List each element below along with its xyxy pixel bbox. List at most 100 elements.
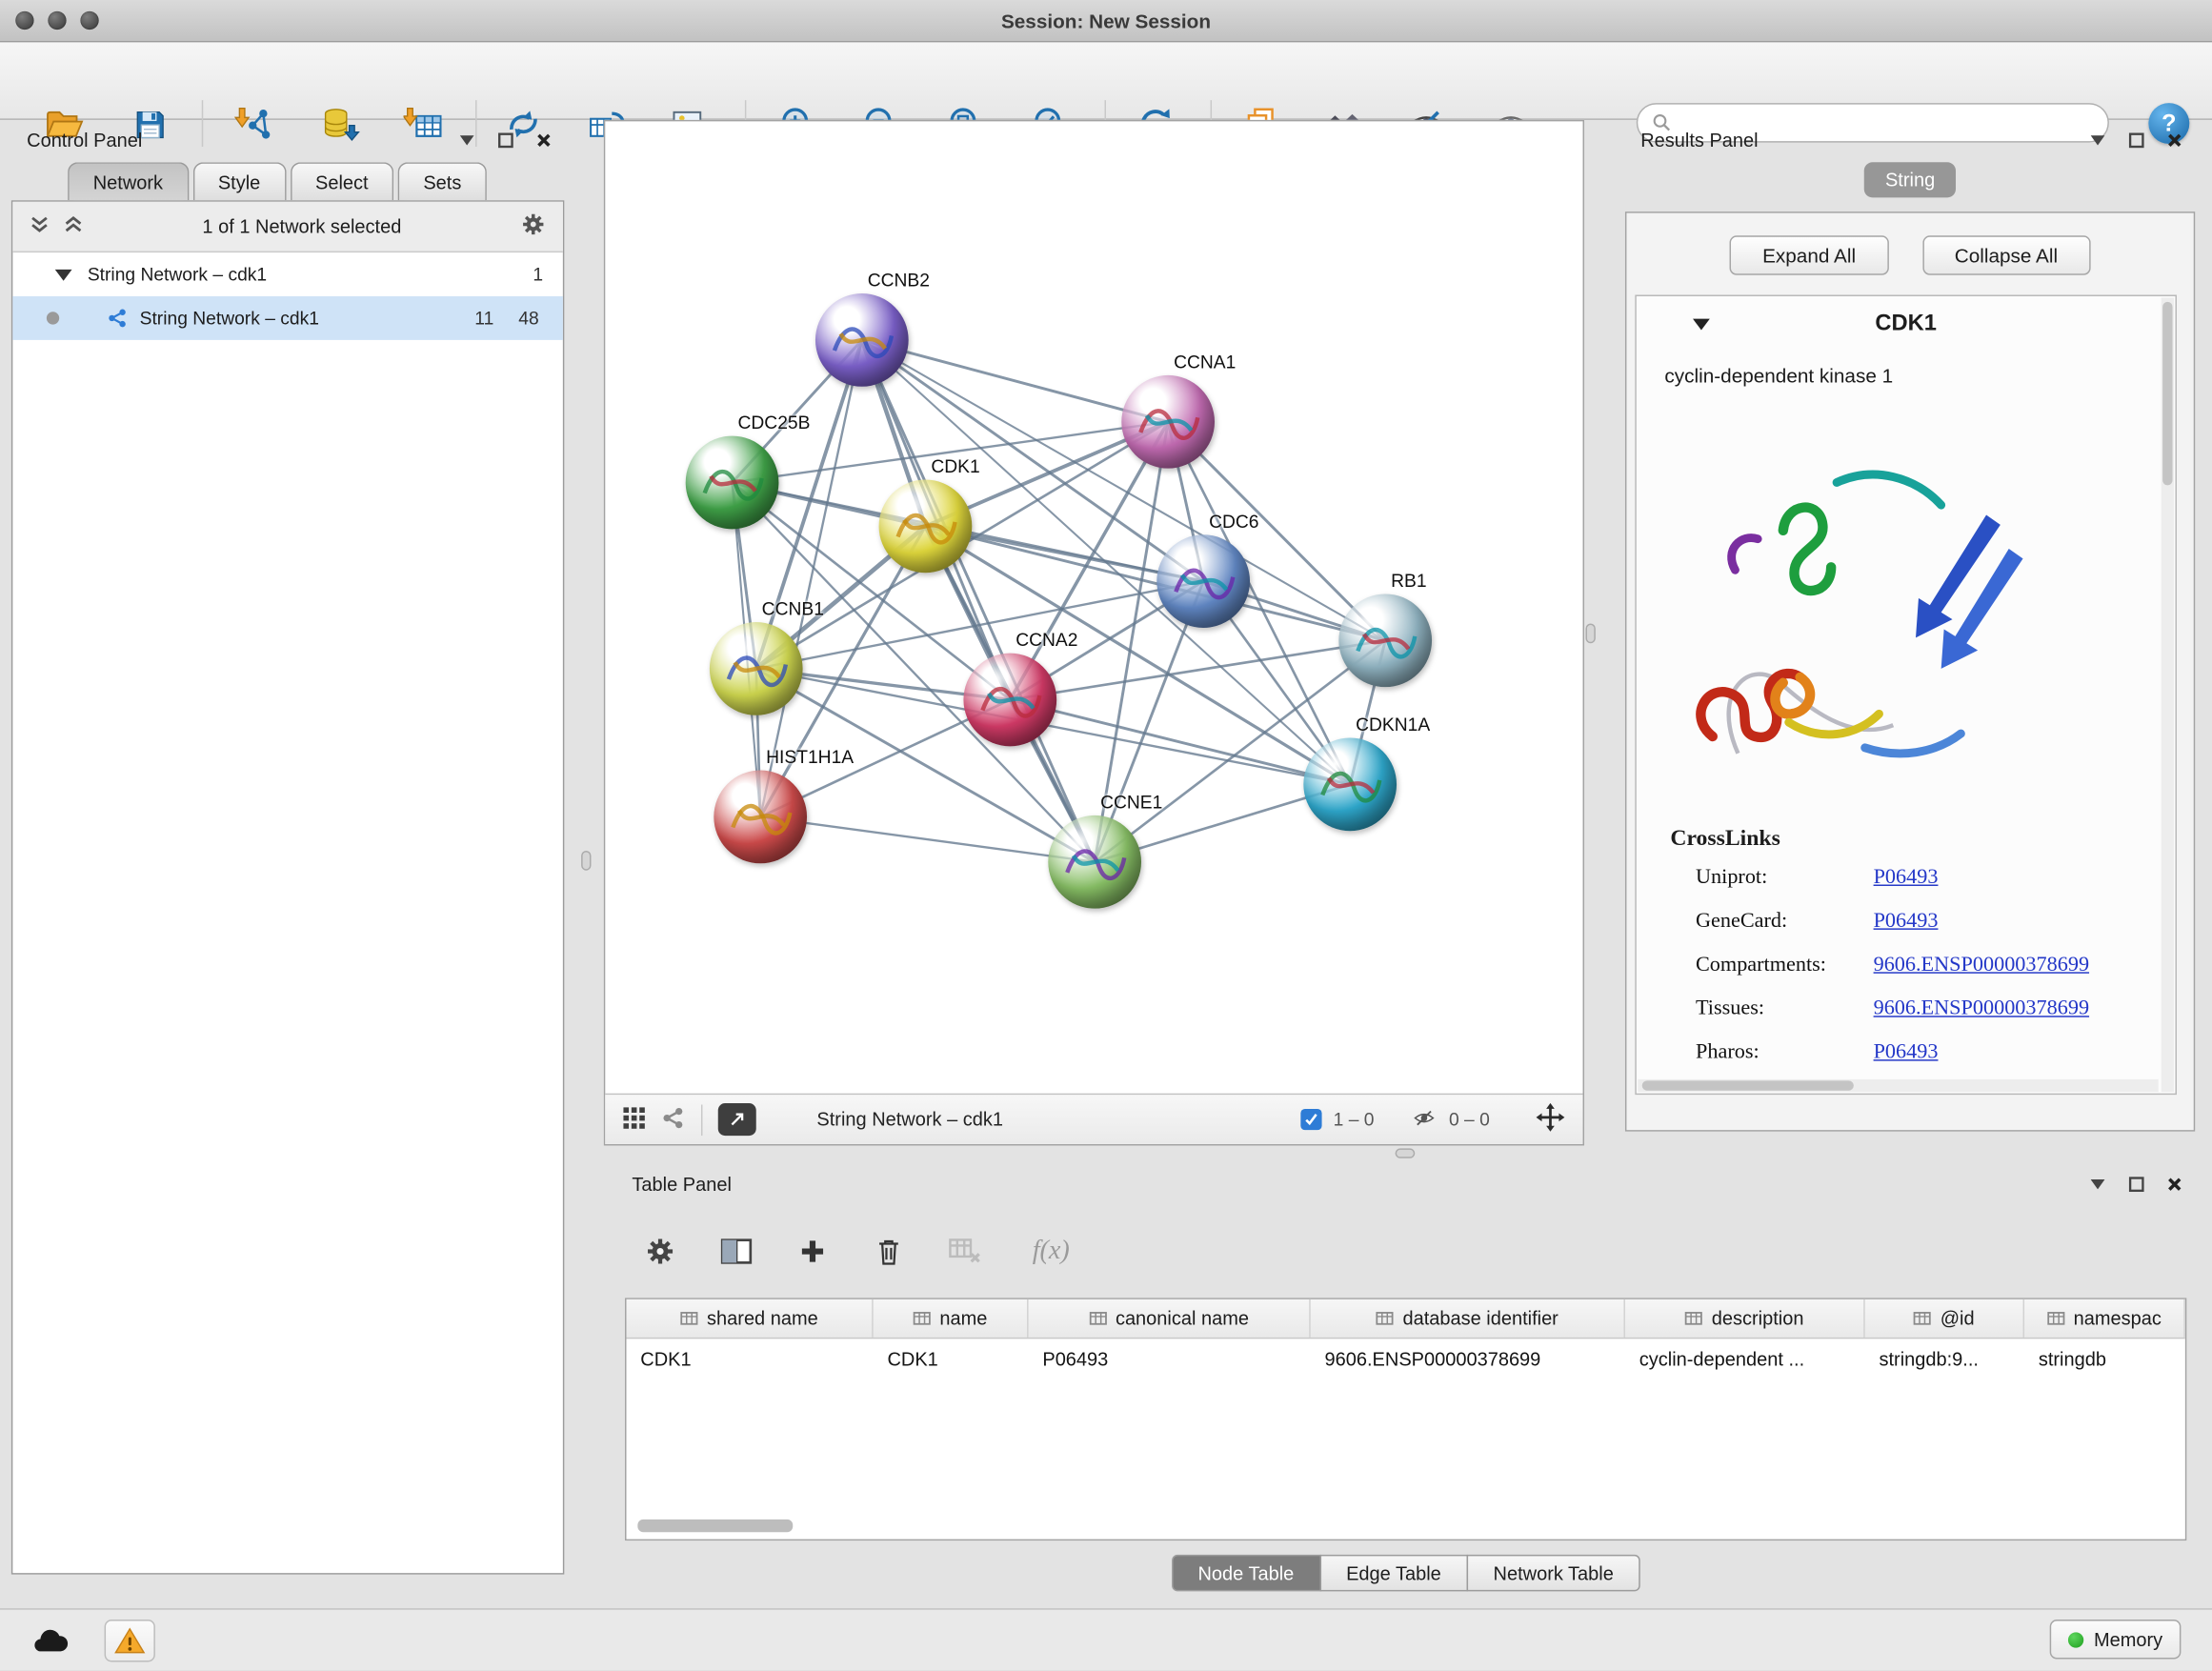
tab-style[interactable]: Style bbox=[192, 162, 286, 200]
cell-namespace[interactable]: stringdb bbox=[2024, 1339, 2185, 1378]
gear-icon bbox=[645, 1236, 676, 1267]
network-node-CDK1[interactable] bbox=[879, 479, 973, 573]
window-close-button[interactable] bbox=[15, 11, 33, 30]
network-view[interactable]: CCNB2CCNA1CDC25BCDK1CDC6RB1CCNB1CCNA2CDK… bbox=[604, 120, 1584, 1146]
panel-menu-button[interactable] bbox=[2085, 129, 2111, 151]
network-node-HIST1H1A[interactable] bbox=[714, 771, 807, 864]
panel-close-button[interactable] bbox=[2162, 129, 2187, 151]
network-node-CDC6[interactable] bbox=[1156, 534, 1250, 628]
table-options-button[interactable] bbox=[639, 1230, 681, 1272]
tab-edge-table[interactable]: Edge Table bbox=[1319, 1555, 1468, 1592]
network-node-count: 11 bbox=[474, 308, 493, 329]
network-node-CDKN1A[interactable] bbox=[1303, 737, 1397, 831]
panel-float-button[interactable] bbox=[2123, 129, 2149, 151]
column-header-id[interactable]: @id bbox=[1865, 1299, 2024, 1338]
column-header-shared-name[interactable]: shared name bbox=[627, 1299, 874, 1338]
memory-button[interactable]: Memory bbox=[2050, 1620, 2181, 1659]
control-panel: Control Panel Network Style Select Sets … bbox=[11, 124, 564, 1574]
table-row[interactable]: CDK1 CDK1 P06493 9606.ENSP00000378699 cy… bbox=[627, 1339, 2185, 1378]
column-attr-icon bbox=[1685, 1311, 1703, 1326]
genecard-link[interactable]: P06493 bbox=[1874, 910, 1939, 934]
window-minimize-button[interactable] bbox=[48, 11, 66, 30]
network-node-CCNA1[interactable] bbox=[1121, 375, 1215, 469]
panel-float-button[interactable] bbox=[2123, 1173, 2149, 1196]
table-horizontal-scrollbar[interactable] bbox=[632, 1520, 1055, 1532]
network-view-title: String Network – cdk1 bbox=[816, 1109, 1003, 1130]
network-node-label: HIST1H1A bbox=[766, 746, 854, 767]
control-panel-tabs: Network Style Select Sets bbox=[68, 159, 487, 200]
network-node-label: CDC25B bbox=[737, 412, 810, 433]
splitter-handle[interactable] bbox=[1585, 624, 1595, 644]
network-item-label: String Network – cdk1 bbox=[140, 308, 319, 329]
pan-mode-button[interactable] bbox=[1535, 1102, 1566, 1137]
view-grid-button[interactable] bbox=[622, 1105, 646, 1134]
table-panel-title: Table Panel bbox=[625, 1173, 732, 1194]
network-item-row[interactable]: String Network – cdk1 11 48 bbox=[12, 296, 563, 340]
tab-node-table[interactable]: Node Table bbox=[1171, 1555, 1320, 1592]
tab-sets[interactable]: Sets bbox=[398, 162, 487, 200]
disclosure-triangle-icon[interactable] bbox=[1693, 319, 1710, 331]
vertical-scrollbar[interactable] bbox=[2162, 297, 2174, 1092]
cell-id[interactable]: stringdb:9... bbox=[1865, 1339, 2024, 1378]
collapse-all-button[interactable]: Collapse All bbox=[1922, 235, 2090, 274]
panel-close-button[interactable] bbox=[531, 129, 556, 151]
column-header-namespace[interactable]: namespac bbox=[2024, 1299, 2185, 1338]
menu-triangle-icon bbox=[2091, 134, 2105, 144]
panel-close-button[interactable] bbox=[2162, 1173, 2187, 1196]
show-columns-button[interactable] bbox=[715, 1230, 757, 1272]
view-network-button[interactable] bbox=[662, 1105, 686, 1134]
network-collection-row[interactable]: String Network – cdk1 1 bbox=[12, 252, 563, 296]
compartments-link[interactable]: 9606.ENSP00000378699 bbox=[1874, 954, 2089, 977]
tab-network-table[interactable]: Network Table bbox=[1466, 1555, 1640, 1592]
cell-description[interactable]: cyclin-dependent ... bbox=[1625, 1339, 1865, 1378]
splitter-handle[interactable] bbox=[1396, 1148, 1416, 1158]
splitter-handle[interactable] bbox=[581, 851, 591, 871]
detach-view-button[interactable] bbox=[718, 1103, 756, 1136]
selected-indicator-checkbox[interactable] bbox=[1301, 1109, 1322, 1130]
cloud-status-button[interactable] bbox=[26, 1620, 76, 1661]
crosslinks-heading: CrossLinks bbox=[1670, 827, 1780, 853]
cell-database-identifier[interactable]: 9606.ENSP00000378699 bbox=[1311, 1339, 1625, 1378]
expand-all-button[interactable] bbox=[64, 214, 84, 238]
table-panel: Table Panel f(x) shared name name canoni… bbox=[616, 1168, 2195, 1594]
pharos-link[interactable]: P06493 bbox=[1874, 1041, 1939, 1065]
create-column-button[interactable] bbox=[792, 1230, 834, 1272]
panel-menu-button[interactable] bbox=[2085, 1173, 2111, 1196]
cell-shared-name[interactable]: CDK1 bbox=[627, 1339, 874, 1378]
tab-select[interactable]: Select bbox=[290, 162, 393, 200]
panel-menu-button[interactable] bbox=[454, 129, 480, 151]
results-tab-string[interactable]: String bbox=[1864, 162, 1957, 197]
network-options-button[interactable] bbox=[520, 211, 546, 241]
network-icon bbox=[108, 308, 129, 329]
network-node-CCNE1[interactable] bbox=[1048, 815, 1141, 909]
delete-column-button[interactable] bbox=[868, 1230, 910, 1272]
panel-float-button[interactable] bbox=[493, 129, 518, 151]
column-header-description[interactable]: description bbox=[1625, 1299, 1865, 1338]
column-header-canonical-name[interactable]: canonical name bbox=[1029, 1299, 1311, 1338]
collapse-all-button[interactable] bbox=[30, 214, 50, 238]
network-node-CCNB2[interactable] bbox=[815, 293, 909, 387]
window-zoom-button[interactable] bbox=[80, 11, 98, 30]
network-node-CDC25B[interactable] bbox=[686, 436, 779, 530]
current-network-indicator bbox=[47, 312, 59, 324]
horizontal-scrollbar[interactable] bbox=[1638, 1079, 2158, 1092]
column-header-name[interactable]: name bbox=[874, 1299, 1029, 1338]
network-node-RB1[interactable] bbox=[1338, 594, 1432, 687]
menu-triangle-icon bbox=[460, 134, 474, 144]
warnings-button[interactable] bbox=[105, 1620, 155, 1661]
uniprot-link[interactable]: P06493 bbox=[1874, 866, 1939, 890]
column-header-database-identifier[interactable]: database identifier bbox=[1311, 1299, 1625, 1338]
expand-all-button[interactable]: Expand All bbox=[1730, 235, 1888, 274]
selected-count: 1 – 0 bbox=[1334, 1109, 1375, 1130]
cell-canonical-name[interactable]: P06493 bbox=[1029, 1339, 1311, 1378]
network-node-CCNA2[interactable] bbox=[963, 654, 1056, 747]
main-toolbar: ? bbox=[0, 42, 2212, 119]
protein-section-header[interactable]: CDK1 bbox=[1637, 296, 2176, 352]
columns-icon bbox=[719, 1236, 754, 1267]
disclosure-triangle-icon[interactable] bbox=[55, 269, 72, 280]
network-node-CCNB1[interactable] bbox=[710, 622, 803, 715]
tissues-link[interactable]: 9606.ENSP00000378699 bbox=[1874, 997, 2089, 1021]
cell-name[interactable]: CDK1 bbox=[874, 1339, 1029, 1378]
double-chevron-down-icon bbox=[30, 214, 50, 234]
tab-network[interactable]: Network bbox=[68, 162, 189, 200]
